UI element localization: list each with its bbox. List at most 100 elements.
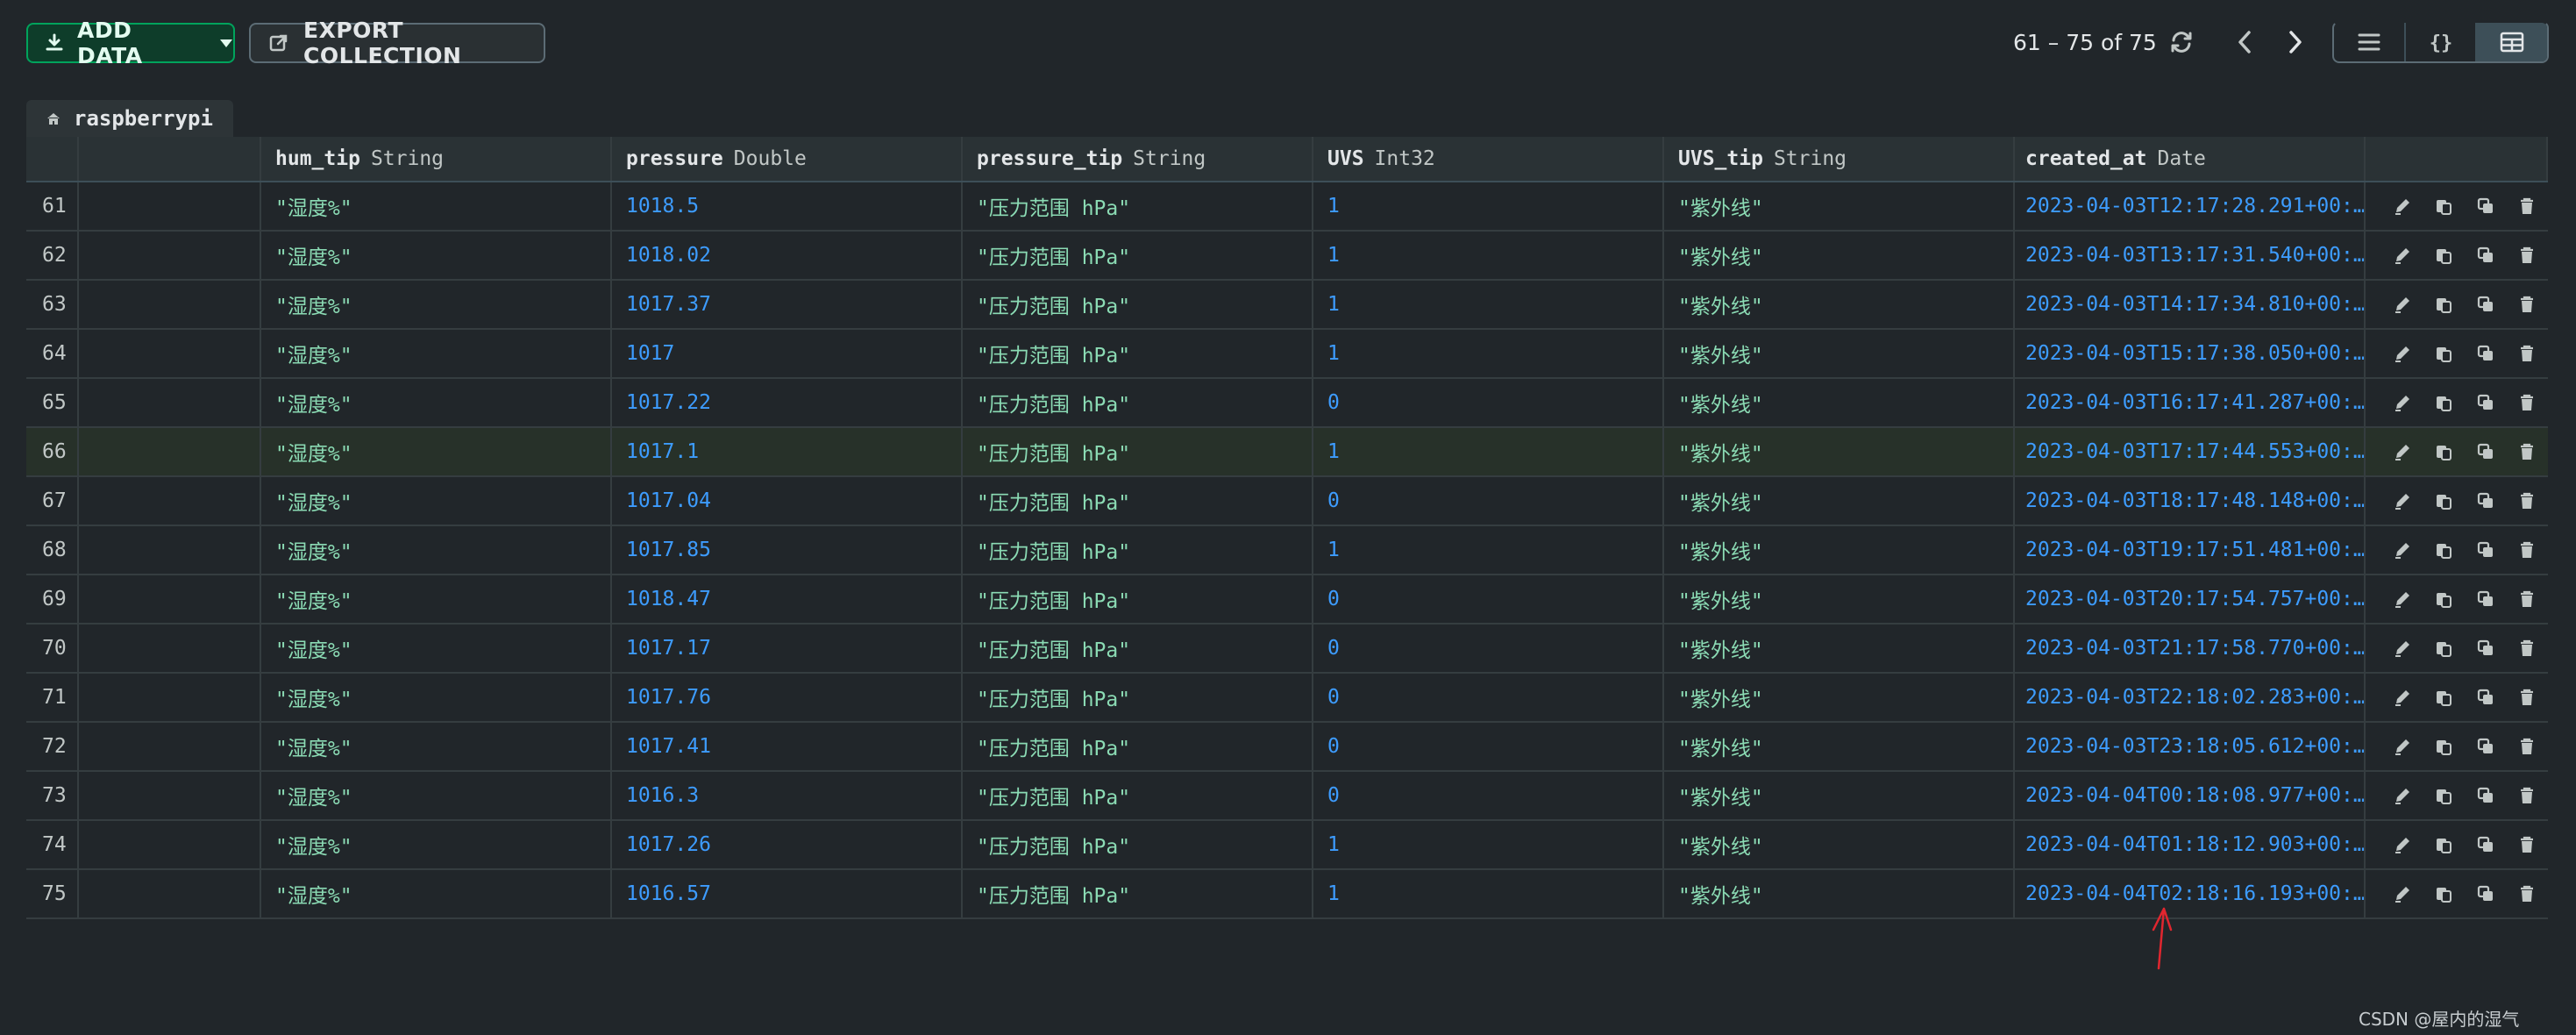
- cell-hum-tip[interactable]: "湿度%": [261, 330, 612, 377]
- trash-icon[interactable]: [2507, 683, 2549, 711]
- trash-icon[interactable]: [2507, 536, 2549, 564]
- cell-pressure-tip[interactable]: "压力范围 hPa": [963, 232, 1313, 279]
- trash-icon[interactable]: [2507, 241, 2549, 269]
- cell-uvs[interactable]: 1: [1313, 526, 1664, 574]
- cell-pressure[interactable]: 1018.02: [612, 232, 963, 279]
- cell-pressure-tip[interactable]: "压力范围 hPa": [963, 723, 1313, 770]
- column-header-uvs[interactable]: UVS Int32: [1313, 137, 1664, 181]
- cell-pressure[interactable]: 1017.76: [612, 674, 963, 721]
- clone-icon[interactable]: [2465, 192, 2507, 220]
- cell-created-at[interactable]: 2023-04-03T22:18:02.283+00:…: [2015, 674, 2366, 721]
- clone-icon[interactable]: [2465, 782, 2507, 810]
- cell-hum-tip[interactable]: "湿度%": [261, 182, 612, 230]
- trash-icon[interactable]: [2507, 634, 2549, 662]
- cell-pressure[interactable]: 1016.57: [612, 870, 963, 917]
- cell-uvs[interactable]: 0: [1313, 379, 1664, 426]
- column-header-created-at[interactable]: created_at Date: [2015, 137, 2366, 181]
- clipboard-copy-icon[interactable]: [2423, 487, 2466, 515]
- clipboard-copy-icon[interactable]: [2423, 683, 2466, 711]
- table-row[interactable]: 66 "湿度%" 1017.1 "压力范围 hPa" 1 "紫外线" 2023-04-03T…: [26, 428, 2548, 477]
- clipboard-copy-icon[interactable]: [2423, 732, 2466, 760]
- pencil-icon[interactable]: [2381, 634, 2423, 662]
- clipboard-copy-icon[interactable]: [2423, 339, 2466, 368]
- cell-pressure[interactable]: 1017.22: [612, 379, 963, 426]
- table-row[interactable]: 63 "湿度%" 1017.37 "压力范围 hPa" 1 "紫外线" 2023-04-03…: [26, 281, 2548, 330]
- cell-created-at[interactable]: 2023-04-03T20:17:54.757+00:…: [2015, 575, 2366, 623]
- trash-icon[interactable]: [2507, 192, 2549, 220]
- json-view-icon[interactable]: {}: [2406, 23, 2478, 61]
- column-header-pressure[interactable]: pressure Double: [612, 137, 963, 181]
- cell-created-at[interactable]: 2023-04-03T15:17:38.050+00:…: [2015, 330, 2366, 377]
- clone-icon[interactable]: [2465, 438, 2507, 466]
- cell-pressure[interactable]: 1018.47: [612, 575, 963, 623]
- pencil-icon[interactable]: [2381, 290, 2423, 318]
- trash-icon[interactable]: [2507, 438, 2549, 466]
- clone-icon[interactable]: [2465, 880, 2507, 908]
- table-row[interactable]: 72 "湿度%" 1017.41 "压力范围 hPa" 0 "紫外线" 2023-04-03…: [26, 723, 2548, 772]
- chevron-right-icon[interactable]: [2280, 26, 2311, 58]
- cell-hum-tip[interactable]: "湿度%": [261, 674, 612, 721]
- clone-icon[interactable]: [2465, 339, 2507, 368]
- cell-pressure-tip[interactable]: "压力范围 hPa": [963, 821, 1313, 868]
- trash-icon[interactable]: [2507, 831, 2549, 859]
- pencil-icon[interactable]: [2381, 241, 2423, 269]
- clipboard-copy-icon[interactable]: [2423, 290, 2466, 318]
- table-row[interactable]: 70 "湿度%" 1017.17 "压力范围 hPa" 0 "紫外线" 2023-04-03…: [26, 625, 2548, 674]
- cell-uvs[interactable]: 1: [1313, 232, 1664, 279]
- clone-icon[interactable]: [2465, 634, 2507, 662]
- clipboard-copy-icon[interactable]: [2423, 634, 2466, 662]
- cell-pressure-tip[interactable]: "压力范围 hPa": [963, 477, 1313, 525]
- cell-uvs-tip[interactable]: "紫外线": [1664, 723, 2015, 770]
- cell-created-at[interactable]: 2023-04-03T19:17:51.481+00:…: [2015, 526, 2366, 574]
- table-row[interactable]: 68 "湿度%" 1017.85 "压力范围 hPa" 1 "紫外线" 2023-04-03…: [26, 526, 2548, 575]
- cell-uvs[interactable]: 1: [1313, 330, 1664, 377]
- pencil-icon[interactable]: [2381, 831, 2423, 859]
- pencil-icon[interactable]: [2381, 880, 2423, 908]
- table-view-icon[interactable]: [2477, 23, 2547, 61]
- cell-hum-tip[interactable]: "湿度%": [261, 428, 612, 475]
- clipboard-copy-icon[interactable]: [2423, 831, 2466, 859]
- cell-pressure-tip[interactable]: "压力范围 hPa": [963, 379, 1313, 426]
- clone-icon[interactable]: [2465, 290, 2507, 318]
- pencil-icon[interactable]: [2381, 487, 2423, 515]
- cell-pressure[interactable]: 1017.04: [612, 477, 963, 525]
- cell-pressure-tip[interactable]: "压力范围 hPa": [963, 870, 1313, 917]
- column-header-hum-tip[interactable]: hum_tip String: [261, 137, 612, 181]
- table-row[interactable]: 61 "湿度%" 1018.5 "压力范围 hPa" 1 "紫外线" 2023-04-03T…: [26, 182, 2548, 232]
- cell-uvs[interactable]: 1: [1313, 281, 1664, 328]
- cell-pressure[interactable]: 1017.1: [612, 428, 963, 475]
- cell-hum-tip[interactable]: "湿度%": [261, 477, 612, 525]
- cell-created-at[interactable]: 2023-04-03T17:17:44.553+00:…: [2015, 428, 2366, 475]
- cell-hum-tip[interactable]: "湿度%": [261, 281, 612, 328]
- cell-uvs-tip[interactable]: "紫外线": [1664, 281, 2015, 328]
- clipboard-copy-icon[interactable]: [2423, 389, 2466, 417]
- cell-uvs-tip[interactable]: "紫外线": [1664, 526, 2015, 574]
- cell-uvs-tip[interactable]: "紫外线": [1664, 330, 2015, 377]
- cell-hum-tip[interactable]: "湿度%": [261, 625, 612, 672]
- cell-hum-tip[interactable]: "湿度%": [261, 379, 612, 426]
- cell-pressure-tip[interactable]: "压力范围 hPa": [963, 674, 1313, 721]
- clone-icon[interactable]: [2465, 536, 2507, 564]
- cell-created-at[interactable]: 2023-04-03T14:17:34.810+00:…: [2015, 281, 2366, 328]
- cell-pressure[interactable]: 1018.5: [612, 182, 963, 230]
- export-collection-button[interactable]: EXPORT COLLECTION: [249, 18, 545, 68]
- pencil-icon[interactable]: [2381, 782, 2423, 810]
- cell-hum-tip[interactable]: "湿度%": [261, 526, 612, 574]
- cell-created-at[interactable]: 2023-04-03T16:17:41.287+00:…: [2015, 379, 2366, 426]
- cell-created-at[interactable]: 2023-04-03T23:18:05.612+00:…: [2015, 723, 2366, 770]
- table-row[interactable]: 62 "湿度%" 1018.02 "压力范围 hPa" 1 "紫外线" 2023-04-03…: [26, 232, 2548, 281]
- pencil-icon[interactable]: [2381, 339, 2423, 368]
- trash-icon[interactable]: [2507, 880, 2549, 908]
- cell-created-at[interactable]: 2023-04-04T00:18:08.977+00:…: [2015, 772, 2366, 819]
- cell-uvs-tip[interactable]: "紫外线": [1664, 428, 2015, 475]
- cell-pressure[interactable]: 1017: [612, 330, 963, 377]
- cell-uvs-tip[interactable]: "紫外线": [1664, 477, 2015, 525]
- cell-pressure[interactable]: 1017.37: [612, 281, 963, 328]
- cell-uvs[interactable]: 0: [1313, 477, 1664, 525]
- cell-uvs-tip[interactable]: "紫外线": [1664, 821, 2015, 868]
- column-header-pressure-tip[interactable]: pressure_tip String: [963, 137, 1313, 181]
- table-row[interactable]: 64 "湿度%" 1017 "压力范围 hPa" 1 "紫外线" 2023-04-03T15…: [26, 330, 2548, 379]
- cell-pressure-tip[interactable]: "压力范围 hPa": [963, 772, 1313, 819]
- collection-tab[interactable]: raspberrypi: [26, 100, 233, 137]
- cell-pressure[interactable]: 1017.17: [612, 625, 963, 672]
